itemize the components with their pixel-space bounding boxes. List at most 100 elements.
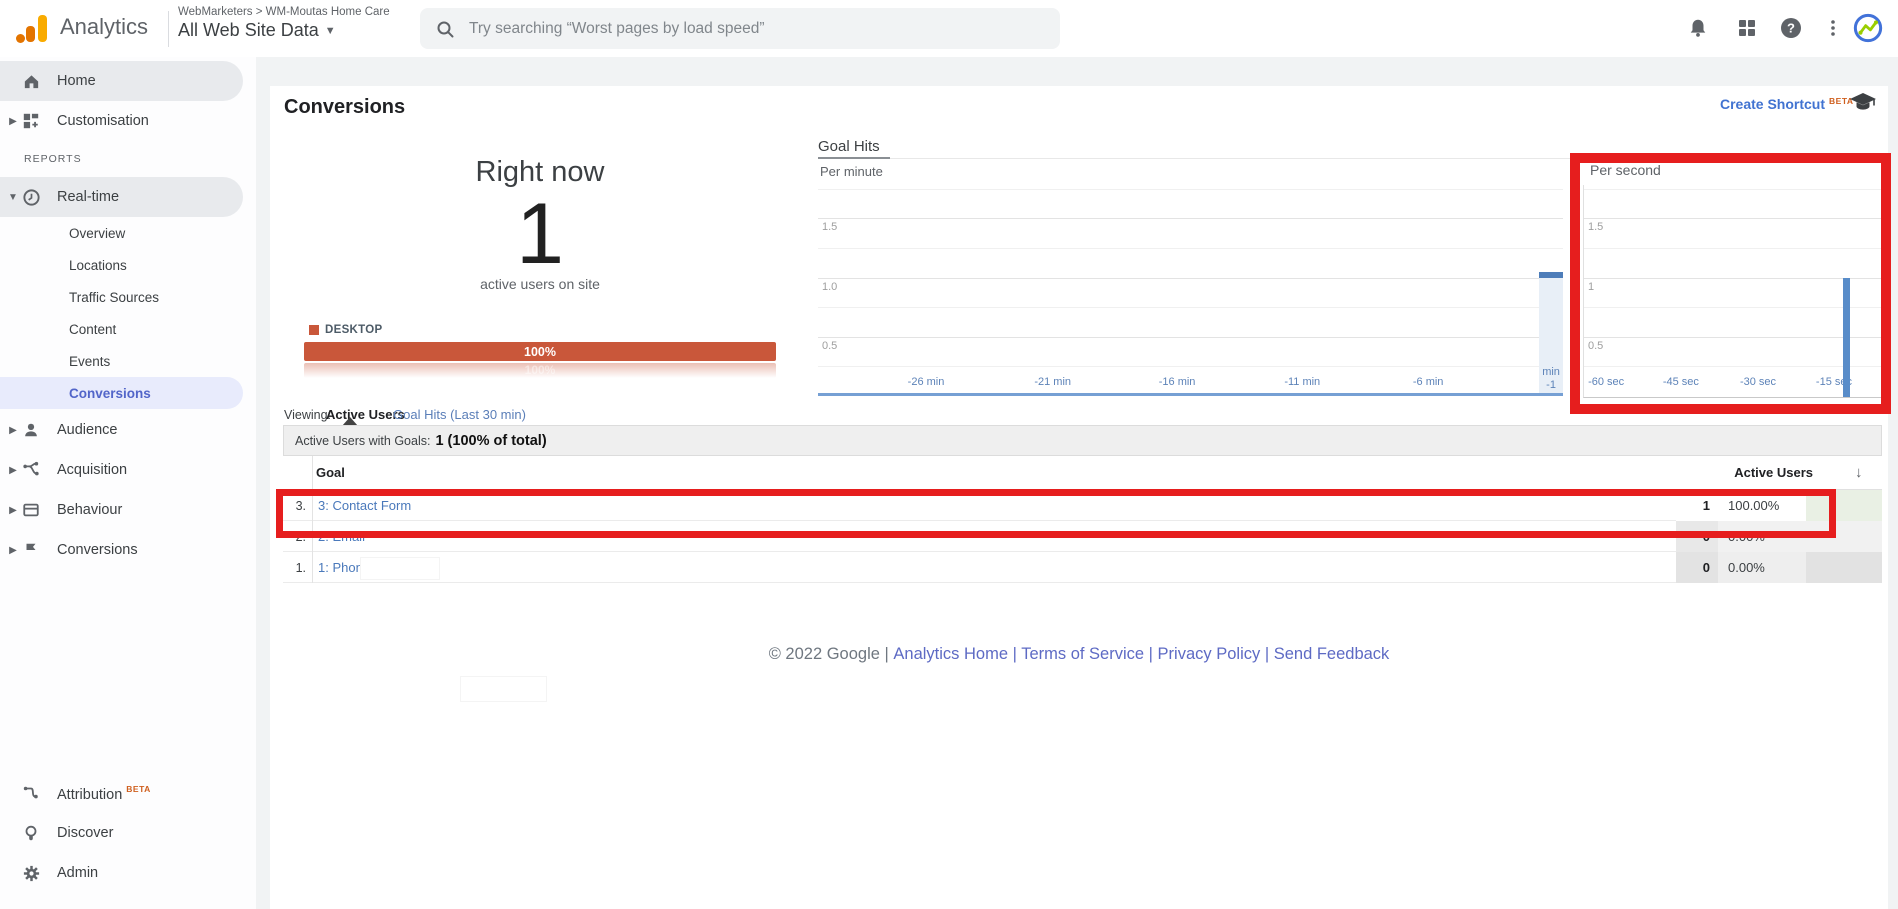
- sidebar-item-label: Traffic Sources: [69, 290, 159, 305]
- per-minute-chart: 1.51.00.5-26 min-21 min-16 min-11 min-6 …: [818, 185, 1563, 397]
- legend-label: DESKTOP: [325, 324, 382, 336]
- account-avatar[interactable]: [1853, 13, 1883, 43]
- sidebar-item-discover[interactable]: Discover: [0, 813, 243, 853]
- beta-badge: BETA: [126, 784, 151, 794]
- sort-descending-icon[interactable]: ↓: [1855, 464, 1863, 481]
- person-icon: [21, 420, 41, 440]
- tab-goal-hits[interactable]: Goal Hits (Last 30 min): [393, 407, 526, 422]
- gridline-minor: [818, 366, 1563, 367]
- expand-arrow-icon[interactable]: ▶: [7, 505, 19, 516]
- sidebar-item-label: Conversions: [69, 386, 151, 401]
- sidebar-item-acquisition[interactable]: ▶ Acquisition: [0, 450, 243, 490]
- legend-swatch-icon: [309, 325, 319, 335]
- sidebar-item-conversions[interactable]: Conversions: [0, 377, 243, 409]
- more-vertical-icon[interactable]: [1818, 13, 1848, 43]
- sidebar-item-customisation[interactable]: ▶ Customisation: [0, 101, 243, 141]
- rank-column-divider: [312, 456, 313, 583]
- gear-icon: [21, 863, 41, 883]
- redaction-box: [460, 676, 547, 702]
- footer-link[interactable]: Terms of Service: [1021, 645, 1144, 663]
- sidebar-item-conversions[interactable]: ▶ Conversions: [0, 530, 243, 570]
- device-legend: DESKTOP: [309, 324, 382, 336]
- goal-hits-rule: [818, 158, 1888, 159]
- per-second-label: Per second: [1590, 162, 1661, 178]
- x-axis-tick: -11 min: [1284, 376, 1320, 388]
- search-input[interactable]: [467, 19, 1031, 39]
- gridline: [1584, 278, 1883, 279]
- footer-link[interactable]: Privacy Policy: [1158, 645, 1261, 663]
- sidebar-item-audience[interactable]: ▶ Audience: [0, 410, 243, 450]
- apps-grid-icon[interactable]: [1732, 13, 1762, 43]
- reports-heading: REPORTS: [24, 153, 82, 165]
- right-now-title: Right now: [390, 156, 690, 189]
- goal-rank: 3.: [283, 490, 312, 521]
- summary-bar: Active Users with Goals: 1 (100% of tota…: [283, 425, 1882, 456]
- redaction-box: [360, 557, 440, 580]
- goal-link[interactable]: 3: Contact Form: [318, 490, 411, 521]
- goal-rank: 2.: [283, 521, 312, 552]
- sidebar-item-content[interactable]: Content: [0, 313, 243, 345]
- ga-app: Analytics WebMarketers > WM-Moutas Home …: [0, 0, 1898, 909]
- gridline-minor: [818, 189, 1563, 190]
- view-name: All Web Site Data: [178, 20, 319, 40]
- chevron-down-icon: ▼: [325, 25, 336, 37]
- sidebar-item-traffic-sources[interactable]: Traffic Sources: [0, 281, 243, 313]
- x-axis-tick: -26 min: [908, 376, 945, 388]
- app-header: Analytics WebMarketers > WM-Moutas Home …: [0, 0, 1898, 57]
- sidebar-item-label: Overview: [69, 226, 125, 241]
- sidebar-item-label: Events: [69, 354, 110, 369]
- footer: © 2022 Google | Analytics Home | Terms o…: [270, 645, 1888, 664]
- sidebar-item-label: Locations: [69, 258, 127, 273]
- x-axis-tick: -6 min: [1413, 376, 1444, 388]
- home-icon: [21, 71, 41, 91]
- footer-link[interactable]: Send Feedback: [1274, 645, 1390, 663]
- sidebar-item-home[interactable]: Home: [0, 61, 243, 101]
- create-shortcut-button[interactable]: Create ShortcutBETA: [1720, 96, 1854, 112]
- collapse-arrow-icon[interactable]: ▼: [7, 192, 19, 203]
- per-minute-label: Per minute: [820, 164, 883, 179]
- header-divider: [168, 11, 169, 47]
- sidebar-item-locations[interactable]: Locations: [0, 249, 243, 281]
- viewing-label: Viewing:: [284, 408, 331, 422]
- active-users-value: 0: [1676, 521, 1718, 552]
- expand-arrow-icon[interactable]: ▶: [7, 116, 19, 127]
- device-percentage-bar: 100%: [304, 342, 776, 361]
- footer-link[interactable]: Analytics Home: [893, 645, 1008, 663]
- sidebar-item-events[interactable]: Events: [0, 345, 243, 377]
- sidebar-item-overview[interactable]: Overview: [0, 217, 243, 249]
- goal-hit-bar-per-second: [1843, 278, 1850, 397]
- attribution-icon: [21, 783, 41, 803]
- sidebar-item-label: Content: [69, 322, 116, 337]
- percent-bar-cell: [1806, 552, 1882, 583]
- goal-link[interactable]: 2: Email: [318, 521, 365, 552]
- active-users-count: 1: [390, 188, 690, 280]
- goal-rank: 1.: [283, 552, 312, 583]
- help-icon[interactable]: ?: [1776, 13, 1806, 43]
- gridline: [818, 278, 1563, 279]
- notifications-bell-icon[interactable]: [1683, 13, 1713, 43]
- search-box[interactable]: [420, 8, 1060, 49]
- sidebar-item-behaviour[interactable]: ▶ Behaviour: [0, 490, 243, 530]
- gridline: [1584, 218, 1883, 219]
- y-axis-tick: 1.5: [822, 221, 837, 233]
- sidebar-item-attribution[interactable]: AttributionBETA: [0, 773, 243, 813]
- expand-arrow-icon[interactable]: ▶: [7, 545, 19, 556]
- expand-arrow-icon[interactable]: ▶: [7, 465, 19, 476]
- gridline: [1584, 337, 1883, 338]
- goal-column-header[interactable]: Goal: [316, 465, 345, 480]
- sidebar-item-admin[interactable]: Admin: [0, 853, 243, 893]
- active-users-subtitle: active users on site: [390, 276, 690, 292]
- expand-arrow-icon[interactable]: ▶: [7, 425, 19, 436]
- gridline-minor: [1584, 248, 1883, 249]
- active-users-column-header[interactable]: Active Users: [1613, 465, 1813, 480]
- analytics-logo-icon[interactable]: [16, 15, 50, 43]
- sidebar-item-realtime[interactable]: ▼ Real-time: [0, 177, 243, 217]
- property-selector[interactable]: All Web Site Data ▼: [178, 20, 390, 41]
- per-second-chart: 1.510.5-60 sec-45 sec-30 sec-15 sec: [1583, 185, 1884, 398]
- table-row: 1.1: Phone00.00%: [283, 552, 1882, 583]
- goal-hits-title: Goal Hits: [818, 138, 880, 155]
- gridline: [818, 337, 1563, 338]
- education-cap-icon[interactable]: [1848, 90, 1878, 119]
- x-axis-tick: -21 min: [1034, 376, 1071, 388]
- summary-label: Active Users with Goals:: [295, 434, 430, 448]
